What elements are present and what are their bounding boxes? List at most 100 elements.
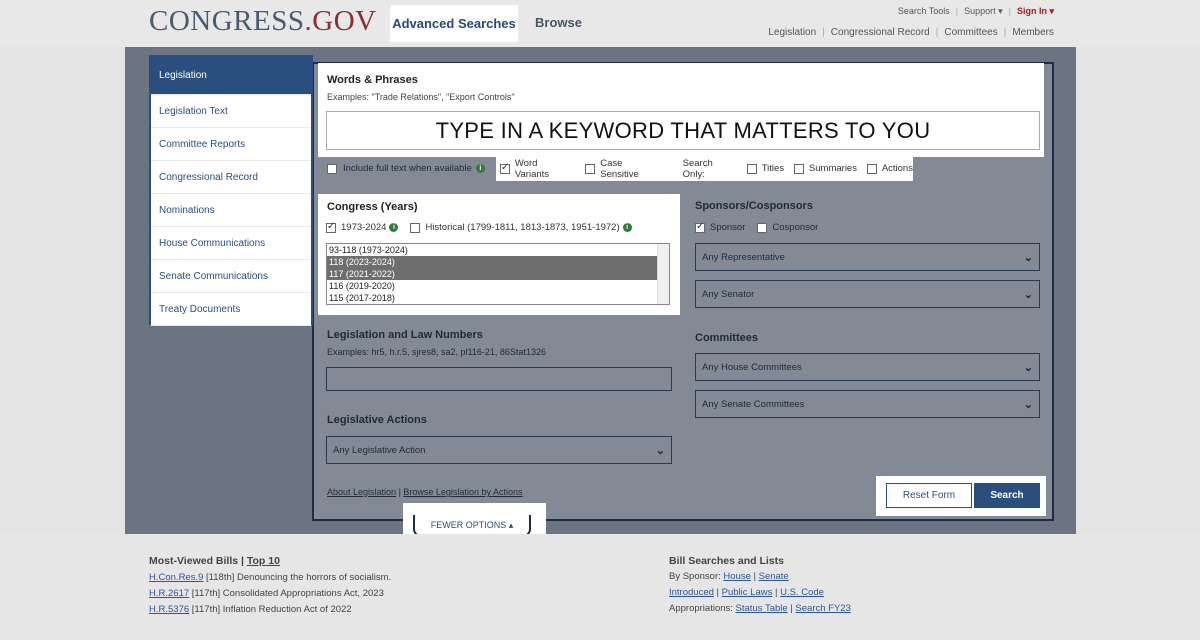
tab-browse[interactable]: Browse xyxy=(535,15,582,30)
sidebar-item-treaty-documents[interactable]: Treaty Documents xyxy=(151,293,311,326)
bill-description: [117th] Inflation Reduction Act of 2022 xyxy=(189,604,352,615)
representative-select[interactable]: Any Representative ⌄ xyxy=(695,243,1040,271)
list-item[interactable]: 117 (2021-2022) xyxy=(327,268,669,280)
subnav-legislation[interactable]: Legislation xyxy=(768,27,816,38)
case-sensitive-checkbox[interactable] xyxy=(585,163,596,174)
congress-years-section: Congress (Years) 1973-2024 i Historical … xyxy=(318,194,680,315)
status-table-link[interactable]: Status Table xyxy=(736,603,788,614)
titles-checkbox[interactable] xyxy=(746,163,757,174)
congress-gov-logo[interactable]: CONGRESS.GOV xyxy=(149,5,377,38)
words-phrases-title: Words & Phrases xyxy=(327,74,418,86)
footer-separator: | xyxy=(238,555,247,567)
sidebar-item-senate-communications[interactable]: Senate Communications xyxy=(151,260,311,293)
summaries-checkbox[interactable] xyxy=(794,163,804,174)
words-phrases-examples: Examples: "Trade Relations", "Export Con… xyxy=(327,92,515,102)
browse-by-actions-link[interactable]: Browse Legislation by Actions xyxy=(403,487,522,497)
appropriations-label: Appropriations: xyxy=(669,603,736,614)
introduced-link[interactable]: Introduced xyxy=(669,587,714,598)
form-buttons: Reset Form Search xyxy=(876,476,1046,516)
law-numbers-examples: Examples: hr5, h.r.5, sjres8, sa2, pl116… xyxy=(327,347,546,357)
sponsor-checkbox[interactable] xyxy=(695,221,705,233)
house-link[interactable]: House xyxy=(723,571,750,582)
support-menu[interactable]: Support ▾ xyxy=(964,6,1003,17)
list-item[interactable]: 93-118 (1973-2024) xyxy=(327,244,669,256)
subnav-committees[interactable]: Committees xyxy=(944,27,997,38)
most-viewed-bills: Most-Viewed Bills | Top 10 H.Con.Res.9 [… xyxy=(149,553,391,618)
us-code-link[interactable]: U.S. Code xyxy=(780,587,824,598)
subnav-congressional-record[interactable]: Congressional Record xyxy=(831,27,930,38)
subnav-members[interactable]: Members xyxy=(1012,27,1054,38)
house-committees-select[interactable]: Any House Committees ⌄ xyxy=(695,353,1040,381)
full-text-checkbox[interactable] xyxy=(327,163,337,174)
search-tools-link[interactable]: Search Tools xyxy=(898,6,950,17)
sign-in-menu[interactable]: Sign In ▾ xyxy=(1017,6,1054,17)
cosponsor-label: Cosponsor xyxy=(772,222,819,233)
utility-nav: Search Tools | Support ▾ | Sign In ▾ xyxy=(897,6,1054,17)
bill-description: [118th] Denouncing the horrors of social… xyxy=(203,572,392,583)
sidebar-item-house-communications[interactable]: House Communications xyxy=(151,227,311,260)
senate-committees-select[interactable]: Any Senate Committees ⌄ xyxy=(695,390,1040,418)
law-numbers-title: Legislation and Law Numbers xyxy=(327,329,483,341)
actions-label: Actions xyxy=(881,163,913,174)
word-variants-checkbox[interactable] xyxy=(500,162,510,174)
info-icon[interactable]: i xyxy=(475,164,485,173)
house-committees-value: Any House Committees xyxy=(702,361,802,373)
congress-years-title: Congress (Years) xyxy=(327,201,418,213)
list-item[interactable]: 115 (2017-2018) xyxy=(327,292,669,304)
info-icon[interactable]: i xyxy=(622,223,632,232)
senator-select-value: Any Senator xyxy=(702,288,755,300)
info-icon[interactable]: i xyxy=(389,223,399,232)
search-fy23-link[interactable]: Search FY23 xyxy=(795,603,850,614)
legislative-actions-title: Legislative Actions xyxy=(327,414,427,426)
most-viewed-title: Most-Viewed Bills xyxy=(149,555,239,567)
summaries-label: Summaries xyxy=(808,163,857,174)
range-1973-label: 1973-2024 xyxy=(341,222,387,233)
sidebar-item-legislation[interactable]: Legislation xyxy=(151,57,311,95)
sidebar-item-congressional-record[interactable]: Congressional Record xyxy=(151,161,311,194)
bill-link[interactable]: H.R.5376 xyxy=(149,604,189,615)
list-item[interactable]: 116 (2019-2020) xyxy=(327,280,669,292)
chevron-down-icon: ⌄ xyxy=(655,444,665,457)
words-phrases-section: Words & Phrases Examples: "Trade Relatio… xyxy=(318,63,1044,157)
law-numbers-input[interactable] xyxy=(326,367,672,391)
actions-checkbox[interactable] xyxy=(866,163,877,174)
chevron-down-icon: ⌄ xyxy=(1023,251,1033,264)
top-10-link[interactable]: Top 10 xyxy=(247,555,280,567)
reset-form-button[interactable]: Reset Form xyxy=(886,483,972,508)
listbox-scrollbar[interactable] xyxy=(657,244,669,304)
word-variants-label: Word Variants xyxy=(514,157,550,180)
range-1973-checkbox[interactable] xyxy=(326,221,336,233)
sidebar-item-committee-reports[interactable]: Committee Reports xyxy=(151,128,311,161)
bill-description: [117th] Consolidated Appropriations Act,… xyxy=(189,588,384,599)
congress-listbox[interactable]: 93-118 (1973-2024) 118 (2023-2024) 117 (… xyxy=(326,243,670,305)
footer-separator: | xyxy=(713,587,722,598)
bill-link[interactable]: H.R.2617 xyxy=(149,588,189,599)
historical-label: Historical (1799-1811, 1813-1873, 1951-1… xyxy=(425,222,620,233)
cosponsor-checkbox[interactable] xyxy=(757,222,768,233)
list-item: H.Con.Res.9 [118th] Denouncing the horro… xyxy=(149,570,391,586)
list-item[interactable]: 118 (2023-2024) xyxy=(327,256,669,268)
titles-label: Titles xyxy=(761,163,785,174)
senator-select[interactable]: Any Senator ⌄ xyxy=(695,280,1040,308)
keyword-textarea[interactable]: TYPE IN A KEYWORD THAT MATTERS TO YOU xyxy=(326,111,1040,150)
tab-advanced-searches[interactable]: Advanced Searches xyxy=(390,5,518,42)
historical-checkbox[interactable] xyxy=(410,222,421,233)
by-sponsor-label: By Sponsor: xyxy=(669,571,724,582)
case-sensitive-label: Case Sensitive xyxy=(600,157,639,180)
legislative-action-select[interactable]: Any Legislative Action ⌄ xyxy=(326,436,672,464)
sidebar-item-nominations[interactable]: Nominations xyxy=(151,194,311,227)
senate-link[interactable]: Senate xyxy=(759,571,789,582)
sidebar-item-legislation-text[interactable]: Legislation Text xyxy=(151,95,311,128)
public-laws-link[interactable]: Public Laws xyxy=(722,587,773,598)
sub-nav: Legislation | Congressional Record | Commi… xyxy=(768,27,1054,38)
representative-select-value: Any Representative xyxy=(702,251,785,263)
list-item: H.R.5376 [117th] Inflation Reduction Act… xyxy=(149,602,391,618)
chevron-down-icon: ⌄ xyxy=(1023,288,1033,301)
footer-separator: | xyxy=(750,571,759,582)
about-legislation-link[interactable]: About Legislation xyxy=(327,487,396,497)
form-links: About Legislation | Browse Legislation b… xyxy=(327,487,522,497)
chevron-down-icon: ⌄ xyxy=(1023,398,1033,411)
search-button[interactable]: Search xyxy=(974,483,1040,508)
bill-link[interactable]: H.Con.Res.9 xyxy=(149,572,203,583)
collection-sidebar: Legislation Legislation Text Committee R… xyxy=(149,55,313,326)
